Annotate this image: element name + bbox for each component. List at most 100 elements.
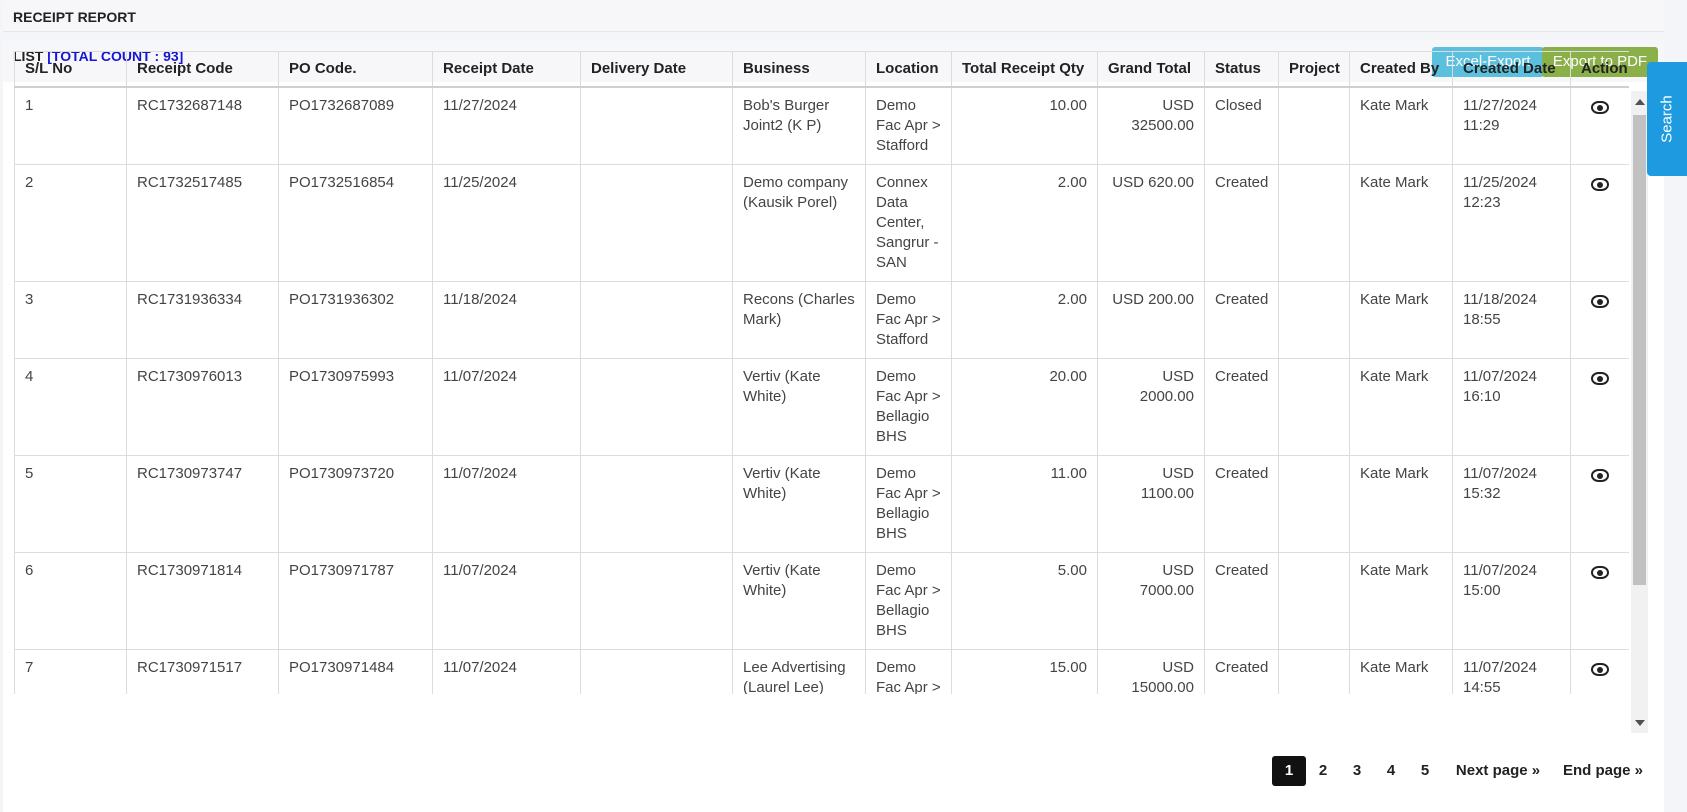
location-cell: Demo Fac Apr > Bellagio BHS [865,455,952,553]
receipt-table-container: S/L No Receipt Code PO Code. Receipt Date De… [14,51,1629,694]
status-cell: Created [1204,358,1279,456]
project-cell [1278,649,1350,694]
column-header: Location [865,51,952,88]
column-header: Action [1570,51,1629,88]
total-qty-cell: 2.00 [951,164,1098,282]
page-5-button[interactable]: 5 [1408,756,1442,786]
eye-icon[interactable] [1591,178,1609,191]
status-cell: Created [1204,281,1279,359]
receipt-date-cell: 11/25/2024 [432,164,581,282]
created-date-cell: 11/07/2024 14:55 [1452,649,1571,694]
sl-no-cell: 7 [14,649,127,694]
eye-icon[interactable] [1591,469,1609,482]
action-cell [1570,552,1629,650]
search-tab-label: Search [1658,95,1676,143]
page-2-button[interactable]: 2 [1306,756,1340,786]
total-qty-cell: 11.00 [951,455,1098,553]
created-date-cell: 11/18/2024 18:55 [1452,281,1571,359]
created-by-cell: Kate Mark [1349,358,1453,456]
status-cell: Created [1204,649,1279,694]
table-row: 2 RC1732517485 PO1732516854 11/25/2024 Demo … [14,164,1629,282]
page-title: RECEIPT REPORT [13,9,136,25]
table-header: S/L No Receipt Code PO Code. Receipt Date De… [14,51,1629,88]
delivery-date-cell [580,281,733,359]
column-header: Grand Total [1097,51,1205,88]
column-header: Created By [1349,51,1453,88]
page-4-button[interactable]: 4 [1374,756,1408,786]
business-cell: Bob's Burger Joint2 (K P) [732,86,866,165]
project-cell [1278,358,1350,456]
report-header: RECEIPT REPORT [3,1,1664,32]
delivery-date-cell [580,86,733,165]
business-cell: Vertiv (Kate White) [732,552,866,650]
scroll-thumb[interactable] [1633,115,1646,585]
project-cell [1278,455,1350,553]
eye-icon[interactable] [1591,101,1609,114]
location-cell: Demo Fac Apr > Stafford [865,86,952,165]
sl-no-cell: 4 [14,358,127,456]
project-cell [1278,281,1350,359]
table-row: 3 RC1731936334 PO1731936302 11/18/2024 Recon… [14,281,1629,359]
total-qty-cell: 2.00 [951,281,1098,359]
receipt-date-cell: 11/07/2024 [432,552,581,650]
grand-total-cell: USD 2000.00 [1097,358,1205,456]
total-qty-cell: 20.00 [951,358,1098,456]
scroll-up-arrow-icon[interactable] [1635,99,1645,105]
delivery-date-cell [580,455,733,553]
table-row: 6 RC1730971814 PO1730971787 11/07/2024 Verti… [14,552,1629,650]
created-by-cell: Kate Mark [1349,164,1453,282]
eye-icon[interactable] [1591,566,1609,579]
column-header: Receipt Code [126,51,279,88]
column-header: PO Code. [278,51,433,88]
table-body: 1 RC1732687148 PO1732687089 11/27/2024 Bob's… [14,86,1629,694]
po-code-cell: PO1731936302 [278,281,433,359]
project-cell [1278,86,1350,165]
grand-total-cell: USD 620.00 [1097,164,1205,282]
table-row: 5 RC1730973747 PO1730973720 11/07/2024 Verti… [14,455,1629,553]
status-cell: Created [1204,455,1279,553]
action-cell [1570,164,1629,282]
project-cell [1278,552,1350,650]
eye-icon[interactable] [1591,295,1609,308]
receipt-date-cell: 11/07/2024 [432,455,581,553]
search-tab[interactable]: Search [1647,62,1687,176]
business-cell: Demo company (Kausik Porel) [732,164,866,282]
page-3-button[interactable]: 3 [1340,756,1374,786]
column-header: Total Receipt Qty [951,51,1098,88]
receipt-date-cell: 11/07/2024 [432,649,581,694]
page-1-button[interactable]: 1 [1272,756,1306,786]
sl-no-cell: 6 [14,552,127,650]
created-date-cell: 11/25/2024 12:23 [1452,164,1571,282]
location-cell: Connex Data Center, Sangrur - SAN [865,164,952,282]
table-row: 1 RC1732687148 PO1732687089 11/27/2024 Bob's… [14,86,1629,165]
receipt-code-cell: RC1732517485 [126,164,279,282]
column-header: S/L No [14,51,127,88]
end-page-link[interactable]: End page » [1556,756,1650,786]
status-cell: Closed [1204,86,1279,165]
business-cell: Lee Advertising (Laurel Lee) [732,649,866,694]
status-cell: Created [1204,164,1279,282]
grand-total-cell: USD 200.00 [1097,281,1205,359]
created-by-cell: Kate Mark [1349,552,1453,650]
receipt-date-cell: 11/27/2024 [432,86,581,165]
column-header: Business [732,51,866,88]
table-row: 7 RC1730971517 PO1730971484 11/07/2024 Lee A… [14,649,1629,694]
eye-icon[interactable] [1591,372,1609,385]
receipt-code-cell: RC1731936334 [126,281,279,359]
po-code-cell: PO1730971787 [278,552,433,650]
receipt-date-cell: 11/18/2024 [432,281,581,359]
receipt-date-cell: 11/07/2024 [432,358,581,456]
table-scrollbar[interactable] [1631,91,1648,733]
eye-icon[interactable] [1591,663,1609,676]
project-cell [1278,164,1350,282]
po-code-cell: PO1730973720 [278,455,433,553]
next-page-link[interactable]: Next page » [1448,756,1548,786]
business-cell: Vertiv (Kate White) [732,455,866,553]
action-cell [1570,455,1629,553]
table-row: 4 RC1730976013 PO1730975993 11/07/2024 Verti… [14,358,1629,456]
created-by-cell: Kate Mark [1349,649,1453,694]
delivery-date-cell [580,164,733,282]
column-header: Project [1278,51,1350,88]
scroll-down-arrow-icon[interactable] [1635,720,1645,726]
column-header: Created Date [1452,51,1571,88]
